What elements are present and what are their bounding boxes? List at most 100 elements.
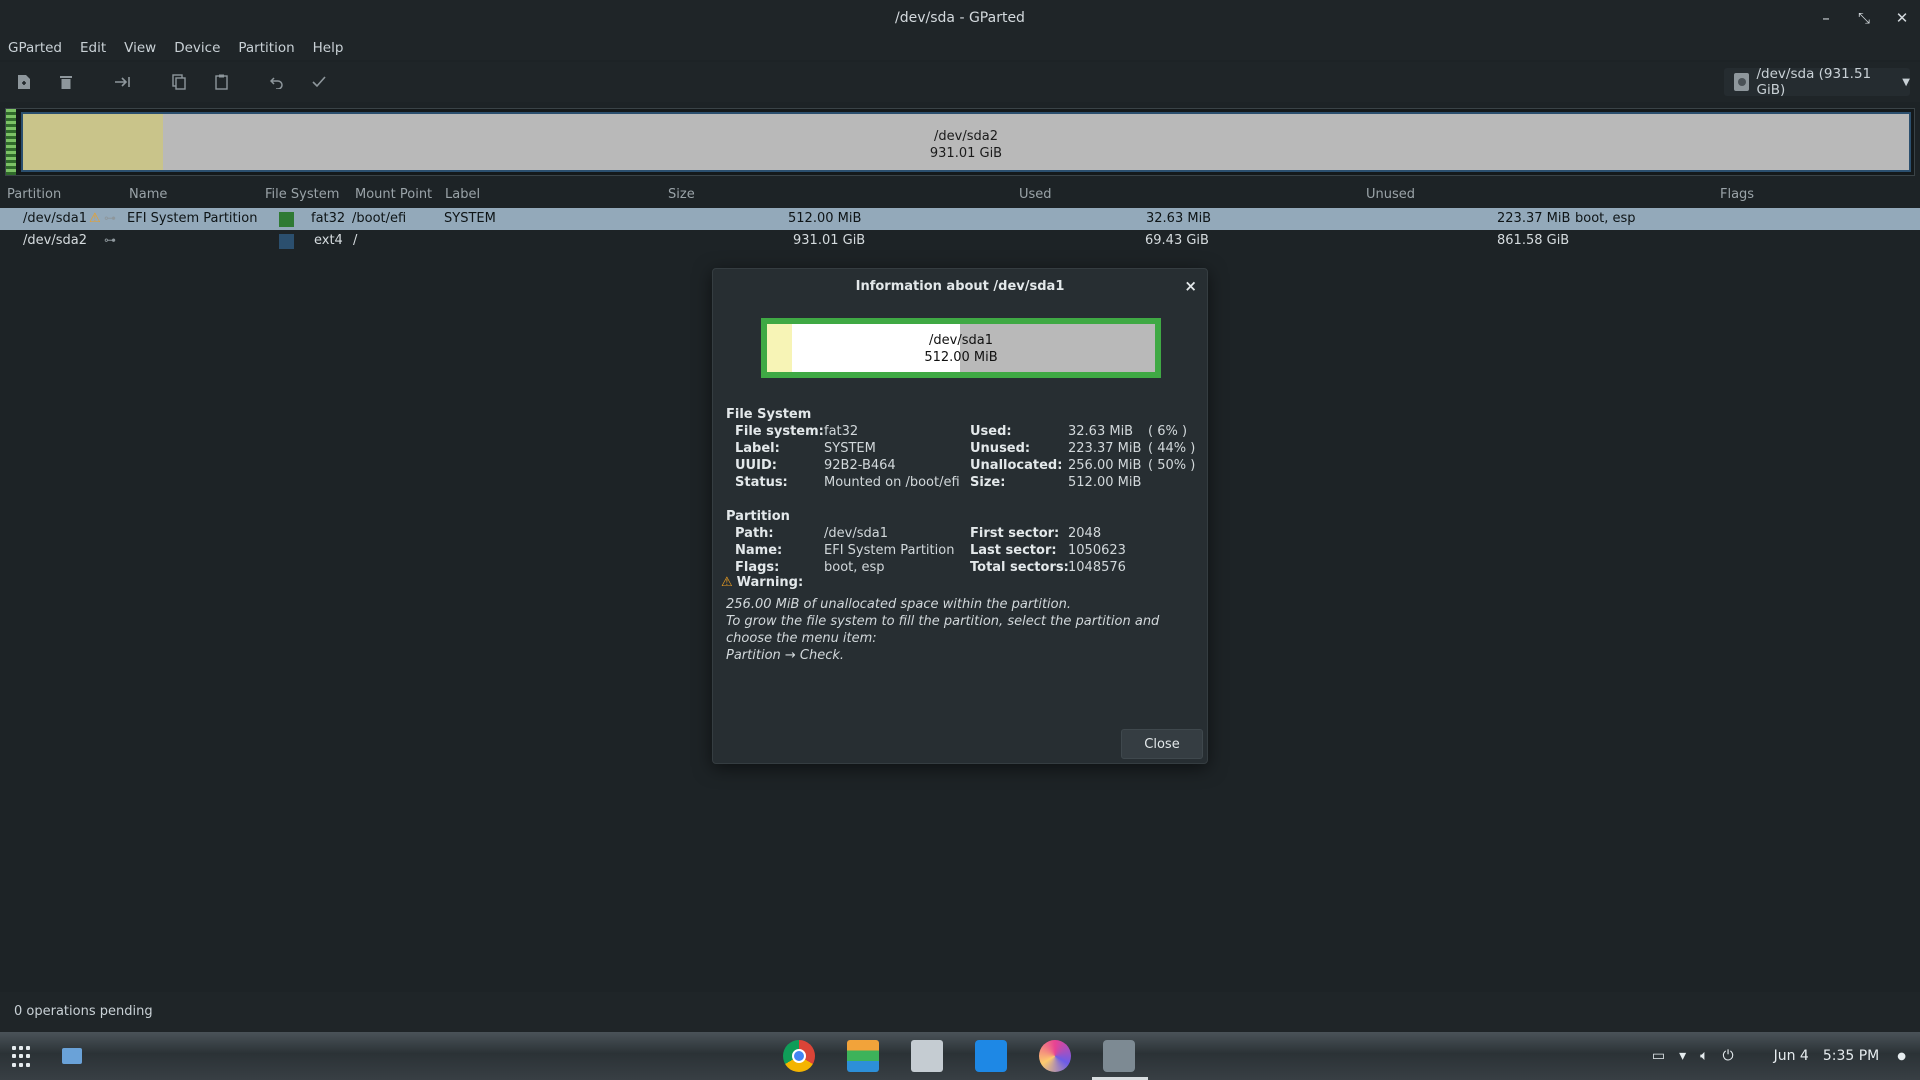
- warning-icon: ⚠: [89, 211, 101, 226]
- display-icon[interactable]: ▭: [1652, 1048, 1665, 1064]
- cell-unused: 223.37 MiB: [1497, 211, 1571, 226]
- cell-unused: 861.58 GiB: [1497, 233, 1570, 248]
- store-icon[interactable]: [975, 1040, 1007, 1072]
- status-text: 0 operations pending: [14, 1004, 153, 1019]
- last-sector-key: Last sector:: [970, 543, 1057, 558]
- cell-mount: /boot/efi: [352, 211, 407, 226]
- col-unused[interactable]: Unused: [1366, 187, 1415, 202]
- resize-move-icon[interactable]: [110, 70, 136, 94]
- key-icon: ⊶: [104, 233, 116, 247]
- first-sector-key: First sector:: [970, 526, 1060, 541]
- warning-line: To grow the file system to fill the part…: [726, 614, 1160, 629]
- fs-key: File system:: [735, 424, 824, 439]
- menu-help[interactable]: Help: [313, 40, 356, 56]
- uuid-value: 92B2-B464: [824, 458, 896, 473]
- close-icon[interactable]: ×: [1184, 277, 1197, 295]
- partition-section-title: Partition: [726, 509, 790, 524]
- name-value: EFI System Partition: [824, 543, 955, 558]
- info-dialog: Information about /dev/sda1 × /dev/sda1 …: [712, 268, 1208, 764]
- disk-graphic-partition: /dev/sda2: [934, 129, 998, 144]
- app-launcher-icon[interactable]: [12, 1046, 34, 1068]
- delete-icon[interactable]: [53, 70, 79, 94]
- cell-partition: /dev/sda2: [23, 233, 87, 248]
- col-size[interactable]: Size: [668, 187, 695, 202]
- window-title: /dev/sda - GParted: [895, 10, 1025, 26]
- window-switcher-icon[interactable]: [62, 1048, 82, 1064]
- last-sector-value: 1050623: [1068, 543, 1126, 558]
- total-sectors-value: 1048576: [1068, 560, 1126, 575]
- new-partition-icon[interactable]: [11, 70, 37, 94]
- minimize-icon[interactable]: –: [1818, 9, 1834, 27]
- unused-key: Unused:: [970, 441, 1031, 456]
- col-file-system[interactable]: File System: [265, 187, 339, 202]
- table-row[interactable]: /dev/sda2 ⊶ ext4 / 931.01 GiB 69.43 GiB …: [0, 230, 1920, 252]
- menu-device[interactable]: Device: [174, 40, 232, 56]
- layers-app-icon[interactable]: [847, 1040, 879, 1072]
- window-controls: – ⤡ ✕: [1818, 0, 1910, 36]
- close-icon[interactable]: ✕: [1894, 9, 1910, 27]
- disk-graphic-sda2[interactable]: /dev/sda2 931.01 GiB: [21, 112, 1911, 172]
- menu-edit[interactable]: Edit: [80, 40, 118, 56]
- color-app-icon[interactable]: [1039, 1040, 1071, 1072]
- volume-icon[interactable]: 🔈︎: [1700, 1048, 1708, 1064]
- partition-graphic-label: /dev/sda1 512.00 MiB: [767, 332, 1155, 366]
- disk-graphic-sda1[interactable]: [6, 109, 16, 175]
- cell-partition: /dev/sda1: [23, 211, 87, 226]
- col-mount-point[interactable]: Mount Point: [355, 187, 432, 202]
- label-value: SYSTEM: [824, 441, 876, 456]
- close-button[interactable]: Close: [1121, 729, 1203, 759]
- device-selector[interactable]: /dev/sda (931.51 GiB) ▼: [1724, 66, 1910, 98]
- warning-line: 256.00 MiB of unallocated space within t…: [726, 597, 1071, 612]
- menu-gparted[interactable]: GParted: [8, 40, 74, 56]
- time[interactable]: 5:35 PM: [1823, 1048, 1879, 1064]
- table-header: Partition Name File System Mount Point L…: [0, 184, 1920, 206]
- power-icon[interactable]: ⏻: [1723, 1048, 1734, 1064]
- disk-icon: [1734, 73, 1749, 91]
- cell-fs: fat32: [311, 211, 346, 226]
- warning-icon: ⚠: [721, 575, 733, 590]
- chevron-down-icon: ▼: [1902, 76, 1910, 88]
- col-partition[interactable]: Partition: [7, 187, 61, 202]
- col-used[interactable]: Used: [1019, 187, 1052, 202]
- notification-dot-icon[interactable]: ●: [1897, 1051, 1906, 1062]
- paste-icon[interactable]: [208, 70, 234, 94]
- path-key: Path:: [735, 526, 774, 541]
- restore-icon[interactable]: ⤡: [1856, 9, 1872, 27]
- status-key: Status:: [735, 475, 788, 490]
- partition-graphic: /dev/sda1 512.00 MiB: [761, 318, 1161, 378]
- fs-section-title: File System: [726, 407, 812, 422]
- apply-icon[interactable]: [306, 70, 332, 94]
- cell-size: 512.00 MiB: [788, 211, 862, 226]
- date[interactable]: Jun 4: [1774, 1048, 1809, 1064]
- gparted-icon[interactable]: [1103, 1040, 1135, 1072]
- flags-key: Flags:: [735, 560, 780, 575]
- menu-partition[interactable]: Partition: [238, 40, 306, 56]
- col-name[interactable]: Name: [129, 187, 167, 202]
- menu-view[interactable]: View: [124, 40, 168, 56]
- cell-used: 69.43 GiB: [1145, 233, 1209, 248]
- flags-value: boot, esp: [824, 560, 885, 575]
- cell-label: SYSTEM: [444, 211, 496, 226]
- col-label[interactable]: Label: [445, 187, 480, 202]
- system-tray: ▭ ▾ 🔈︎ ⏻ Jun 4 5:35 PM ●: [1652, 1032, 1920, 1080]
- col-flags[interactable]: Flags: [1720, 187, 1754, 202]
- used-key: Used:: [970, 424, 1012, 439]
- warning-line: choose the menu item:: [726, 631, 877, 646]
- copy-icon[interactable]: [166, 70, 192, 94]
- wifi-icon[interactable]: ▾: [1679, 1048, 1686, 1064]
- used-value: 32.63 MiB: [1068, 424, 1134, 439]
- used-percent: ( 6% ): [1148, 424, 1188, 439]
- cell-used: 32.63 MiB: [1146, 211, 1212, 226]
- status-value: Mounted on /boot/efi: [824, 475, 960, 490]
- files-icon[interactable]: [911, 1040, 943, 1072]
- unallocated-value: 256.00 MiB: [1068, 458, 1142, 473]
- chrome-icon[interactable]: [783, 1040, 815, 1072]
- total-sectors-key: Total sectors:: [970, 560, 1069, 575]
- undo-icon[interactable]: [264, 70, 290, 94]
- title-bar: /dev/sda - GParted – ⤡ ✕: [0, 0, 1920, 36]
- warning-heading: ⚠ Warning:: [721, 575, 803, 590]
- first-sector-value: 2048: [1068, 526, 1102, 541]
- table-row[interactable]: /dev/sda1 ⚠ ⊶ EFI System Partition fat32…: [0, 208, 1920, 230]
- cell-name: EFI System Partition: [127, 211, 258, 226]
- unused-value: 223.37 MiB: [1068, 441, 1142, 456]
